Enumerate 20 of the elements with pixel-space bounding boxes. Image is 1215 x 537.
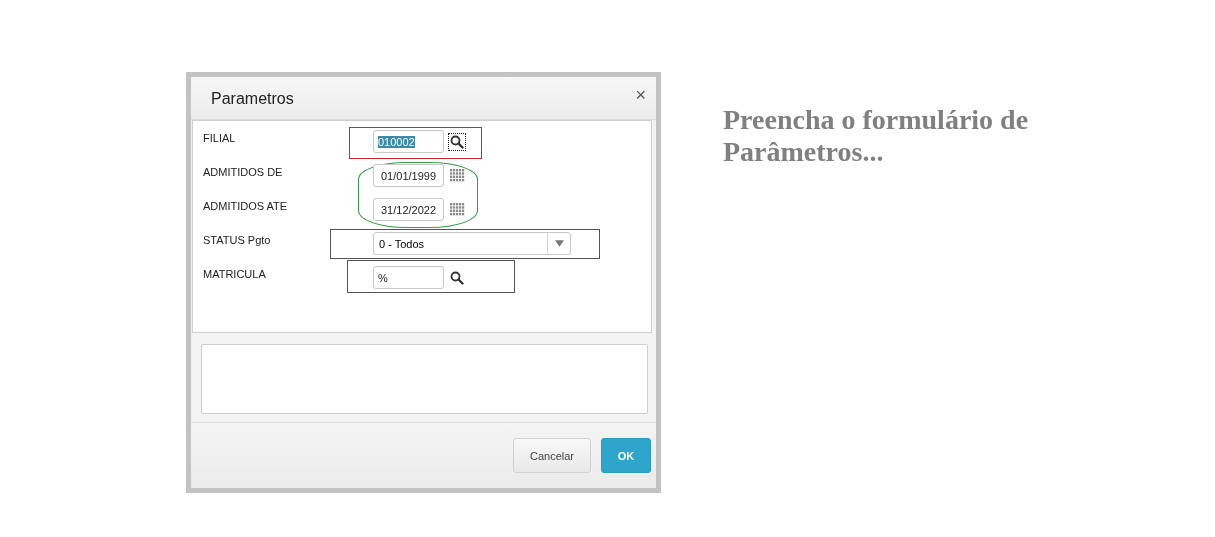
field-value: 31/12/2022 (380, 203, 437, 216)
dropdown[interactable]: 0 - Todos (373, 232, 571, 255)
input-field[interactable]: 01/01/1999 (373, 164, 444, 187)
field-value: 010002 (378, 135, 415, 148)
field-value: % (378, 271, 388, 284)
dialog-title: Parametros (211, 90, 294, 108)
input-field[interactable]: % (373, 266, 444, 289)
field-label: MATRICULA (203, 267, 267, 280)
field-label: ADMITIDOS DE (203, 165, 284, 178)
caret-icon (554, 240, 564, 247)
field-label: FILIAL (203, 131, 237, 144)
close-button[interactable]: × (635, 84, 646, 106)
field-label: STATUS Pgto (203, 233, 272, 246)
instruction-text: Preencha o formulário de Parâmetros... (723, 104, 1030, 168)
cancel-button[interactable]: Cancelar (513, 438, 591, 473)
input-field[interactable]: 31/12/2022 (373, 198, 444, 221)
field-label: ADMITIDOS ATE (203, 199, 289, 212)
field-value: 01/01/1999 (380, 169, 437, 182)
search-button[interactable] (448, 132, 466, 151)
input-field[interactable]: 010002 (373, 130, 444, 153)
